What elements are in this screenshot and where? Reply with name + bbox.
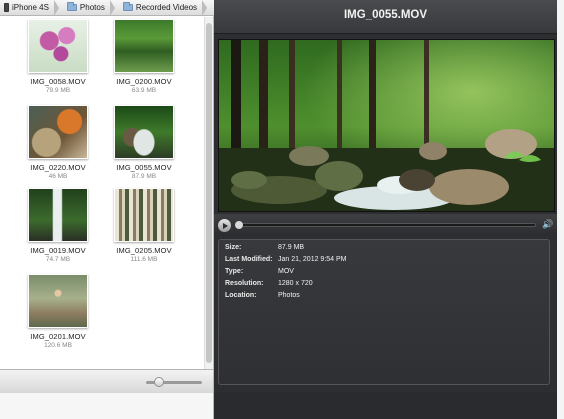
info-key: Size: — [225, 244, 242, 251]
breadcrumb-label: iPhone 4S — [12, 3, 49, 12]
thumbnail-image — [114, 105, 174, 159]
thumbnail-image — [28, 188, 88, 242]
thumbnail-name: IMG_0205.MOV — [116, 246, 172, 255]
info-value: Photos — [278, 292, 300, 299]
thumbnail-size: 111.6 MB — [130, 256, 158, 263]
info-key: Resolution: — [225, 280, 264, 287]
thumbnail-size: 63.9 MB — [131, 87, 157, 94]
file-info-panel: Size: 87.9 MB Last Modified: Jan 21, 201… — [218, 239, 550, 385]
thumbnail-size: 74.7 MB — [45, 256, 71, 263]
breadcrumb-device[interactable]: iPhone 4S — [0, 0, 59, 16]
info-value: 87.9 MB — [278, 244, 305, 251]
playback-progress-bar[interactable] — [235, 221, 536, 229]
thumbnail-name: IMG_0019.MOV — [30, 246, 86, 255]
left-bottom-area — [0, 393, 213, 419]
video-frame-forest-stream — [219, 40, 554, 211]
slider-knob[interactable] — [154, 377, 164, 387]
info-value: 1280 x 720 — [278, 280, 313, 287]
file-browser-pane: iPhone 4S Photos Recorded Videos IMG_005… — [0, 0, 214, 419]
video-thumbnail-selected[interactable]: IMG_0055.MOV 87.9 MB — [101, 105, 187, 180]
info-value: Jan 21, 2012 9:54 PM — [278, 256, 347, 263]
info-row-location: Location: Photos — [225, 292, 300, 303]
thumbnail-name: IMG_0058.MOV — [30, 77, 86, 86]
folder-icon — [122, 2, 133, 11]
thumbnail-image — [28, 105, 88, 159]
right-edge-scrollbar[interactable] — [557, 0, 564, 419]
info-row-resolution: Resolution: 1280 x 720 — [225, 280, 313, 291]
info-row-size: Size: 87.9 MB — [225, 244, 304, 255]
video-thumbnail[interactable]: IMG_0205.MOV 111.6 MB — [101, 188, 187, 263]
breadcrumb-label: Recorded Videos — [135, 3, 198, 12]
video-thumbnail[interactable]: IMG_0201.MOV 120.6 MB — [15, 274, 101, 349]
play-button[interactable] — [218, 219, 231, 232]
video-thumbnail[interactable]: IMG_0220.MOV 46 MB — [15, 105, 101, 180]
playback-controls: 🔊 — [214, 214, 557, 236]
thumbnail-size: 79.9 MB — [45, 87, 71, 94]
volume-icon[interactable]: 🔊 — [542, 220, 553, 230]
info-key: Type: — [225, 268, 244, 275]
thumbnail-image — [114, 188, 174, 242]
folder-icon — [66, 2, 77, 11]
video-thumbnail[interactable]: IMG_0019.MOV 74.7 MB — [15, 188, 101, 263]
thumbnail-size: 46 MB — [48, 173, 68, 180]
info-key: Last Modified: — [225, 256, 273, 263]
breadcrumb: iPhone 4S Photos Recorded Videos — [0, 0, 214, 16]
phone-icon — [4, 3, 9, 12]
scrollbar-thumb[interactable] — [206, 23, 212, 363]
thumbnail-size: 87.9 MB — [131, 173, 157, 180]
info-value: MOV — [278, 268, 294, 275]
thumbnail-name: IMG_0055.MOV — [116, 163, 172, 172]
viewer-pane: IMG_0055.MOV 🔊 Size: 87.9 MB Last Modifi… — [214, 0, 564, 419]
thumbnail-size: 120.6 MB — [44, 342, 72, 349]
browser-footer — [0, 369, 213, 393]
thumbnail-image — [28, 274, 88, 328]
video-preview[interactable] — [218, 39, 555, 212]
breadcrumb-photos[interactable]: Photos — [59, 0, 115, 16]
video-thumbnail[interactable]: IMG_0058.MOV 79.9 MB — [15, 19, 101, 94]
breadcrumb-label: Photos — [79, 3, 105, 12]
thumbnail-name: IMG_0200.MOV — [116, 77, 172, 86]
info-row-last-modified: Last Modified: Jan 21, 2012 9:54 PM — [225, 256, 347, 267]
info-row-type: Type: MOV — [225, 268, 294, 279]
vertical-scrollbar[interactable] — [204, 17, 213, 369]
thumbnail-grid: IMG_0058.MOV 79.9 MB IMG_0200.MOV 63.9 M… — [0, 17, 204, 369]
breadcrumb-recorded-videos[interactable]: Recorded Videos — [115, 0, 208, 16]
thumbnail-name: IMG_0201.MOV — [30, 332, 86, 341]
thumbnail-size-slider[interactable] — [146, 377, 202, 387]
info-key: Location: — [225, 292, 257, 299]
viewer-bottom-area — [214, 392, 557, 419]
thumbnail-image — [114, 19, 174, 73]
thumbnail-name: IMG_0220.MOV — [30, 163, 86, 172]
thumbnail-image — [28, 19, 88, 73]
playhead-knob[interactable] — [235, 221, 243, 229]
video-thumbnail[interactable]: IMG_0200.MOV 63.9 MB — [101, 19, 187, 94]
viewer-title: IMG_0055.MOV — [214, 0, 557, 34]
